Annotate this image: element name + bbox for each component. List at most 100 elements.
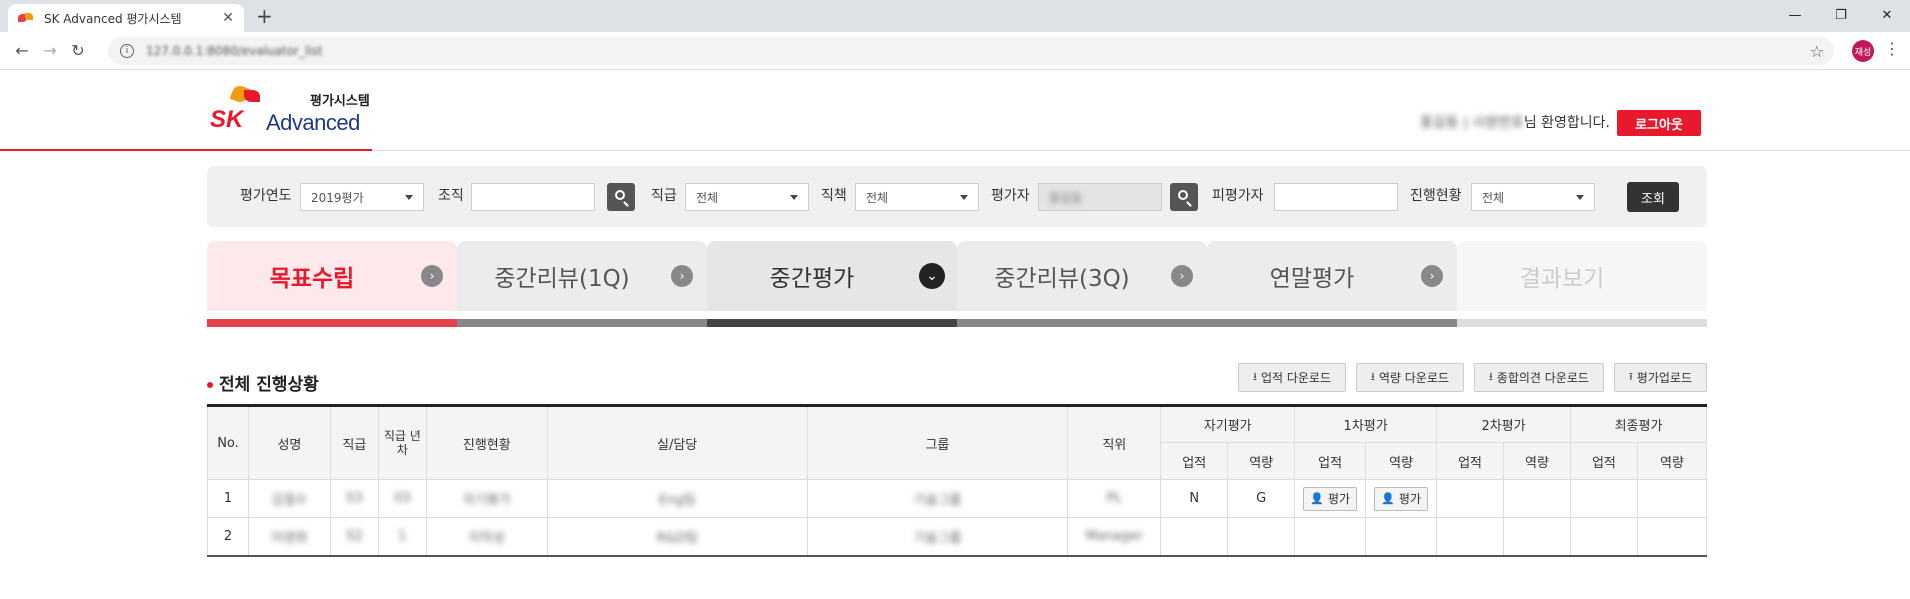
org-search-button[interactable] [607,183,635,211]
cell-group-text: 기술그룹 [913,530,962,546]
user-edit-icon: 👤 [1310,492,1324,505]
col-dept: 실/담당 [546,404,808,480]
profile-avatar[interactable]: 재성 [1852,40,1874,62]
step-label: 결과보기 [1519,266,1605,292]
cell-final-perf [1569,517,1638,557]
cell-years-text: 03 [394,491,411,506]
table-row[interactable]: 1 김철수 S3 03 자기평가 Eng팀 기술그룹 PL N G 👤 평가 👤 평… [207,479,1708,518]
step-mid-review-3q[interactable]: 중간리뷰(3Q) › [957,241,1207,327]
cell-position-text: PL [1106,491,1122,506]
cell-status: 미작성 [425,517,548,557]
query-button[interactable]: 조회 [1627,182,1679,212]
step-progress-bar [957,319,1207,327]
button-label: 종합의견 다운로드 [1496,371,1589,385]
cell-name-text: 김철수 [271,493,308,508]
col-self-perf: 업적 [1160,442,1229,480]
cell-self-comp [1227,517,1296,557]
evaluatee-label: 피평가자 [1212,188,1264,204]
col-grade: 직급 [329,404,379,480]
download-comments-button[interactable]: ⭳ 종합의견 다운로드 [1473,363,1604,392]
evaluate-button[interactable]: 👤 평가 [1374,486,1428,511]
search-icon [1178,190,1188,200]
step-goal-setting[interactable]: 목표수립 › [207,241,457,327]
step-label: 중간리뷰(1Q) [494,266,630,292]
menu-kebab-icon[interactable]: ⋮ [1884,39,1900,58]
cell-dept: R&D팀 [546,517,808,557]
cell-dept-text: R&D팀 [656,530,698,546]
table-row[interactable]: 2 이영희 S2 1 미작성 R&D팀 기술그룹 Manager [207,517,1708,557]
process-steps: 목표수립 › 중간리뷰(1Q) › 중간평가 ⌄ 중간리뷰(3Q) › 연말평가… [207,241,1707,327]
back-icon[interactable]: ← [8,37,36,65]
bookmark-star-icon[interactable]: ☆ [1810,42,1824,61]
forward-icon[interactable]: → [36,37,64,65]
minimize-icon[interactable]: — [1772,0,1818,30]
download-icon: ⭳ [1253,370,1257,383]
evaluator-value: 홍길동 [1049,191,1083,205]
cell-grade-text: S3 [346,491,363,506]
step-mid-evaluation[interactable]: 중간평가 ⌄ [707,241,957,327]
cell-years: 1 [377,517,427,557]
close-tab-icon[interactable]: ✕ [222,10,234,26]
col-group: 그룹 [806,404,1069,480]
step-progress-bar [457,319,707,327]
welcome-message: 홍길동 | 사원번호님 환영합니다. [1420,112,1610,132]
download-buttons: ⭳ 업적 다운로드 ⭳ 역량 다운로드 ⭳ 종합의견 다운로드 ⭱ 평가업로드 [1238,363,1707,392]
reload-icon[interactable]: ↻ [64,37,92,65]
col-self-eval: 자기평가 [1160,404,1296,443]
step-label: 연말평가 [1269,266,1355,292]
sk-favicon-icon [18,12,34,24]
evaluator-search-button[interactable] [1170,183,1198,211]
step-progress-bar [707,319,957,327]
step-label: 중간리뷰(3Q) [994,266,1130,292]
cell-grade: S3 [329,479,379,518]
cell-second-perf [1436,517,1505,557]
logo-subtitle: 평가시스템 [310,94,370,109]
logo-brand: SK [210,106,244,133]
sk-advanced-logo[interactable]: SK Advanced 평가시스템 [210,83,372,140]
chevron-right-icon: › [421,265,443,287]
duty-select[interactable]: 전체 [855,183,979,211]
status-select[interactable]: 전체 [1471,183,1595,211]
grade-select[interactable]: 전체 [685,183,809,211]
download-competency-button[interactable]: ⭳ 역량 다운로드 [1356,363,1464,392]
chevron-right-icon: › [1171,265,1193,287]
cell-name: 김철수 [247,479,331,518]
upload-icon: ⭱ [1628,370,1633,383]
chevron-right-icon: › [671,265,693,287]
address-bar[interactable]: i 127.0.0.1:8080/evaluator_list ☆ [108,37,1834,65]
bullet-dot-icon [207,382,213,388]
step-label: 목표수립 [269,266,355,292]
cell-position: Manager [1067,517,1162,557]
step-progress-bar [207,319,457,327]
cell-group: 기술그룹 [806,517,1069,557]
button-label: 평가업로드 [1636,371,1692,385]
evaluatee-input[interactable] [1274,183,1398,211]
cell-status: 자기평가 [425,479,548,518]
logout-button[interactable]: 로그아웃 [1617,110,1701,136]
info-icon[interactable]: i [120,44,134,58]
year-select[interactable]: 2019평가 [300,183,424,211]
cell-self-perf [1160,517,1229,557]
org-input[interactable] [471,183,595,211]
close-window-icon[interactable]: ✕ [1864,0,1910,30]
cell-no: 1 [207,479,249,518]
restore-icon[interactable]: ❐ [1818,0,1864,30]
cell-dept: Eng팀 [546,479,808,518]
browser-tab[interactable]: SK Advanced 평가시스템 ✕ [8,4,244,32]
cell-status-text: 자기평가 [462,493,511,508]
evaluate-button[interactable]: 👤 평가 [1303,486,1358,511]
step-year-end-evaluation[interactable]: 연말평가 › [1207,241,1457,327]
browser-toolbar: ← → ↻ i 127.0.0.1:8080/evaluator_list ☆ … [0,32,1910,70]
duty-label: 직책 [821,188,847,204]
col-self-comp: 역량 [1227,442,1296,480]
col-grade-years: 직급 년차 [377,404,427,480]
evaluator-label: 평가자 [991,188,1030,204]
download-performance-button[interactable]: ⭳ 업적 다운로드 [1238,363,1347,392]
upload-evaluation-button[interactable]: ⭱ 평가업로드 [1613,363,1707,392]
new-tab-icon[interactable]: + [256,6,273,26]
window-controls: — ❐ ✕ [1772,0,1910,30]
url-text: 127.0.0.1:8080/evaluator_list [146,44,323,58]
step-mid-review-1q[interactable]: 중간리뷰(1Q) › [457,241,707,327]
cell-name-text: 이영희 [271,530,308,546]
col-status: 진행현황 [425,404,548,480]
